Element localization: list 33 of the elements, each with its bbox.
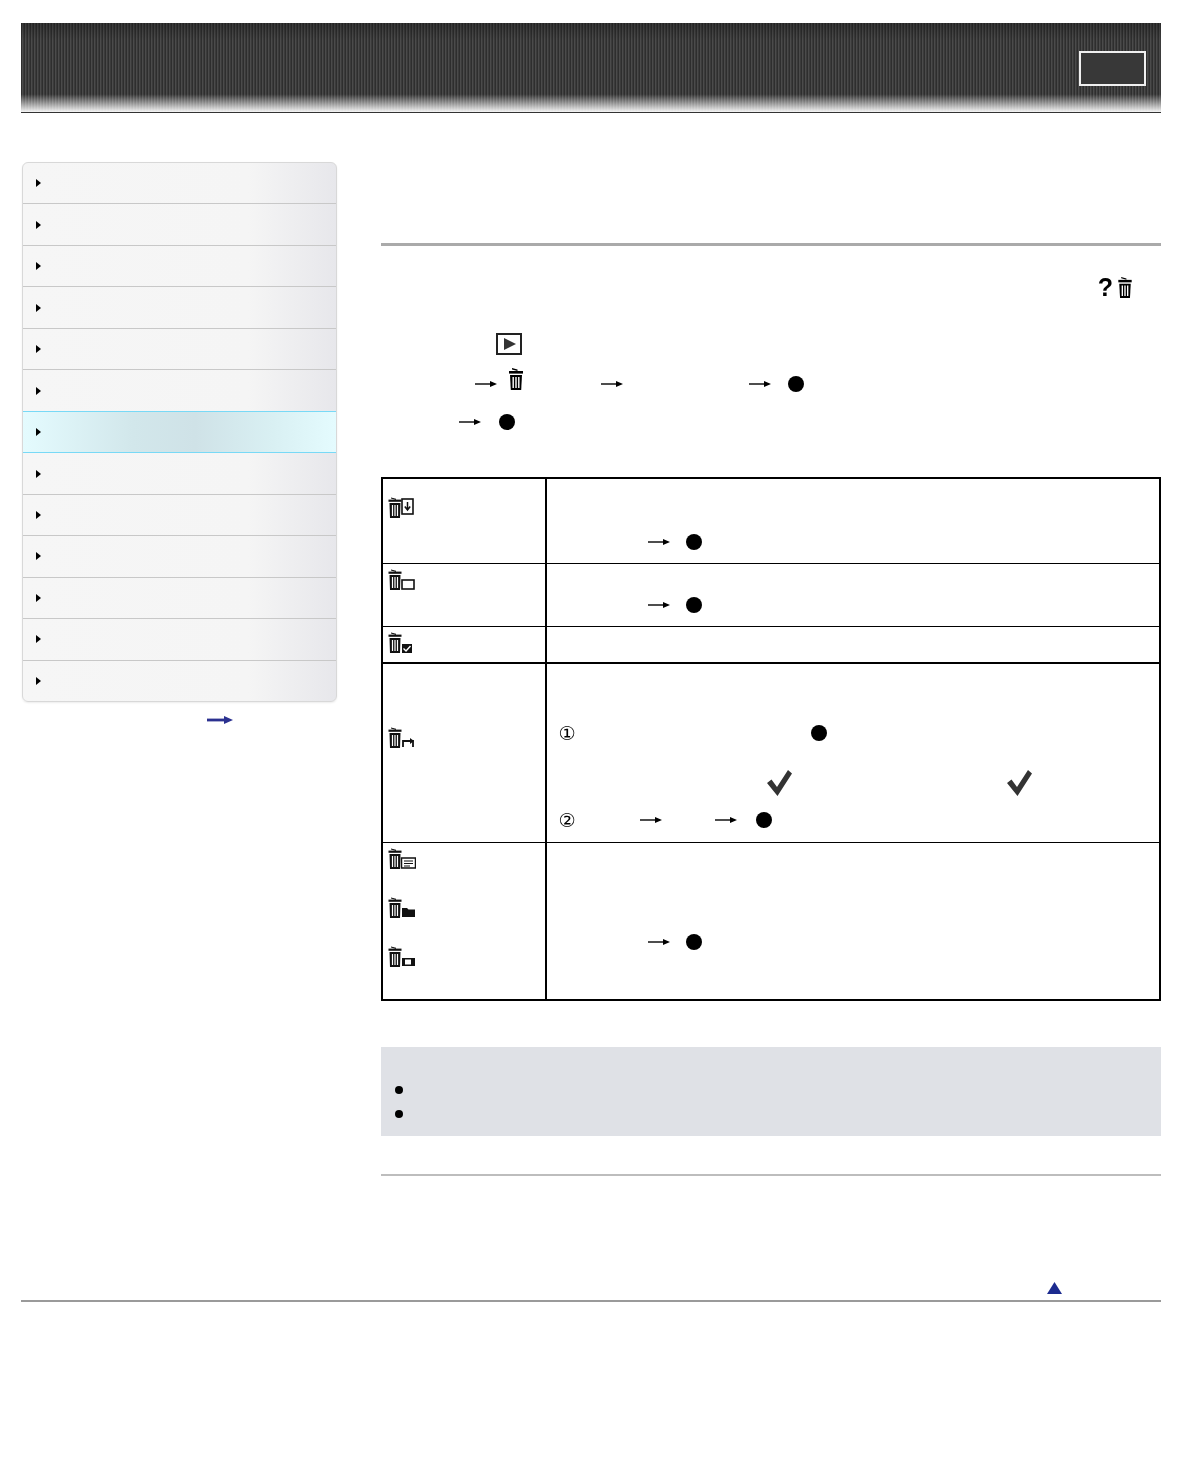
bullet-icon (395, 1110, 403, 1118)
caret-right-icon (36, 635, 41, 644)
caret-right-icon (36, 386, 41, 395)
triangle-up-icon[interactable] (1047, 1282, 1062, 1294)
trash-icon (1117, 277, 1133, 298)
trash-folder-icon (388, 896, 416, 918)
trash-list-icon (388, 847, 416, 869)
trash-arrow-icon (388, 727, 416, 748)
caret-right-icon (36, 511, 41, 519)
trash-icon (508, 368, 524, 390)
trash-card-icon (388, 497, 416, 518)
caret-right-icon (36, 593, 41, 602)
caret-right-icon (36, 262, 41, 271)
caret-right-icon (36, 220, 41, 229)
caret-right-icon (36, 676, 41, 685)
question-mark-label: ? (1097, 276, 1113, 298)
step-number: ② (557, 810, 577, 830)
step-number: ① (557, 723, 577, 743)
check-icon (767, 770, 792, 796)
trash-frame-icon (388, 568, 416, 590)
sidebar-item[interactable] (23, 410, 336, 454)
caret-right-icon (36, 428, 41, 437)
bullet-icon (395, 1086, 403, 1094)
caret-right-icon (36, 179, 41, 188)
caret-right-icon (36, 552, 41, 561)
play-icon (496, 333, 522, 355)
header-button[interactable] (1079, 51, 1146, 86)
caret-right-icon (36, 345, 41, 354)
caret-right-icon (36, 303, 41, 312)
trash-film-icon (388, 945, 416, 967)
arrow-right-icon[interactable] (207, 716, 233, 724)
check-icon (1007, 770, 1032, 796)
caret-right-icon (36, 469, 41, 478)
